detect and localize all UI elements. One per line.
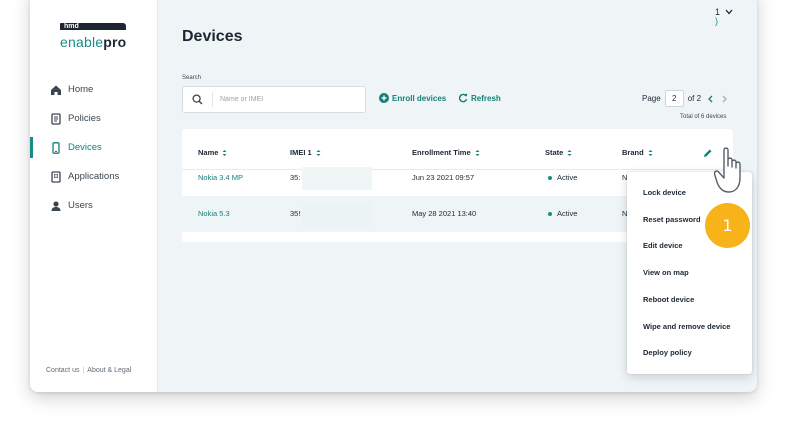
total-devices: Total of 6 devices — [680, 114, 727, 120]
refresh-icon — [458, 93, 468, 103]
user-icon — [50, 200, 62, 212]
device-name-link[interactable]: Nokia 5.3 — [198, 209, 230, 218]
sidebar-item-home[interactable]: Home — [30, 75, 158, 104]
hand-pointer-icon — [714, 147, 741, 193]
logo-wordmark: enablepro — [60, 34, 127, 50]
column-header-name[interactable]: Name — [198, 148, 227, 157]
chevron-left-icon[interactable] — [707, 95, 713, 103]
sidebar-item-label: Applications — [68, 171, 120, 182]
imei-cell: 35! — [290, 209, 301, 218]
search-box — [182, 86, 366, 113]
page-title: Devices — [182, 28, 243, 45]
chevron-down-icon — [725, 9, 733, 15]
sidebar-item-label: Home — [68, 84, 94, 95]
column-label: IMEI 1 — [290, 148, 312, 157]
legal-link[interactable]: About & Legal — [87, 367, 131, 374]
sidebar-footer: Contact us | About & Legal — [46, 367, 131, 374]
status-dot — [548, 176, 552, 181]
search-label: Search — [182, 75, 202, 81]
sidebar-item-label: Devices — [68, 142, 102, 153]
phone-icon — [50, 141, 62, 154]
menu-item-reset-password[interactable]: Reset password — [643, 215, 701, 224]
enroll-devices-button[interactable]: Enroll devices — [379, 93, 446, 103]
sort-icon — [316, 149, 321, 157]
contact-link[interactable]: Contact us — [46, 367, 79, 374]
sidebar-item-label: Users — [68, 200, 93, 211]
step-badge: 1 — [705, 203, 750, 248]
column-header-state[interactable]: State — [545, 148, 572, 157]
menu-item-wipe-device[interactable]: Wipe and remove device — [643, 322, 730, 331]
logo: hmd enablepro — [60, 15, 126, 50]
refresh-button[interactable]: Refresh — [458, 93, 501, 103]
redaction-mask — [302, 167, 372, 190]
menu-item-view-on-map[interactable]: View on map — [643, 268, 689, 277]
sort-icon — [475, 149, 480, 157]
document-icon — [50, 112, 62, 125]
sidebar-item-policies[interactable]: Policies — [30, 104, 158, 133]
search-input[interactable] — [213, 96, 353, 103]
menu-item-edit-device[interactable]: Edit device — [643, 241, 683, 250]
footer-separator: | — [82, 367, 85, 374]
search-icon — [183, 92, 213, 107]
imei-cell: 35: — [290, 173, 301, 182]
sidebar-item-applications[interactable]: Applications — [30, 162, 158, 191]
column-header-imei[interactable]: IMEI 1 — [290, 148, 321, 157]
state-cell: Active — [548, 209, 577, 218]
logo-hmd: hmd — [60, 23, 126, 30]
user-menu-subtext: ) — [715, 16, 718, 26]
device-name-link[interactable]: Nokia 3.4 MP — [198, 173, 243, 182]
app-icon — [50, 170, 62, 183]
pagination: Page 2 of 2 — [642, 90, 728, 107]
refresh-label: Refresh — [471, 93, 501, 103]
column-label: Brand — [622, 148, 644, 157]
state-label: Active — [557, 209, 578, 218]
menu-item-reboot-device[interactable]: Reboot device — [643, 295, 694, 304]
enrollment-time-cell: Jun 23 2021 09:57 — [412, 173, 475, 182]
sort-icon — [648, 149, 653, 157]
app-window: hmd enablepro Home Policies Devices Appl… — [30, 0, 757, 392]
menu-item-deploy-policy[interactable]: Deploy policy — [643, 348, 692, 357]
enroll-devices-label: Enroll devices — [392, 93, 447, 103]
sidebar-item-label: Policies — [68, 113, 101, 124]
sidebar: hmd enablepro Home Policies Devices Appl… — [30, 0, 158, 392]
enrollment-time-cell: May 28 2021 13:40 — [412, 209, 477, 218]
pager-prefix: Page — [642, 94, 661, 103]
page-number-input[interactable]: 2 — [664, 90, 684, 107]
sidebar-item-users[interactable]: Users — [30, 191, 158, 220]
status-dot — [548, 212, 552, 217]
sort-icon — [222, 149, 227, 157]
sidebar-item-devices[interactable]: Devices — [30, 133, 158, 162]
sort-icon — [567, 149, 572, 157]
user-menu-fragment[interactable]: 1 ) — [715, 8, 733, 26]
state-cell: Active — [548, 173, 577, 182]
chevron-right-icon[interactable] — [722, 95, 728, 103]
pager-total-pages: of 2 — [687, 94, 702, 103]
add-circle-icon — [379, 93, 389, 103]
column-label: Enrollment Time — [412, 148, 471, 157]
column-header-enrollment-time[interactable]: Enrollment Time — [412, 148, 480, 157]
device-actions-menu: Lock device Reset password Edit device V… — [627, 172, 752, 374]
home-icon — [50, 84, 62, 96]
sidebar-nav: Home Policies Devices Applications Users — [30, 75, 158, 220]
menu-item-lock-device[interactable]: Lock device — [643, 188, 686, 197]
redaction-mask — [302, 203, 372, 226]
state-label: Active — [557, 173, 578, 182]
column-header-brand[interactable]: Brand — [622, 148, 653, 157]
column-label: State — [545, 148, 564, 157]
column-label: Name — [198, 148, 219, 157]
